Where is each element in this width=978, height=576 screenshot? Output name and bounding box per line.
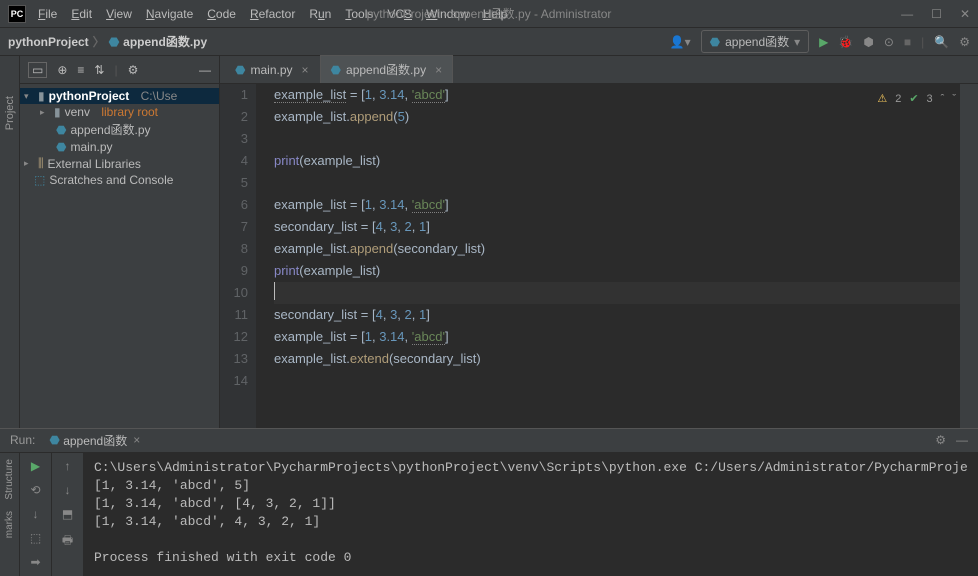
user-icon[interactable]: 👤▾ xyxy=(670,35,691,49)
python-file-icon: ⬣ xyxy=(331,63,341,77)
project-tree: ▾ ▮ pythonProject C:\Use ▸ ▮ venv librar… xyxy=(20,84,219,192)
tree-external-libraries[interactable]: ▸ ⫼ External Libraries xyxy=(20,155,219,172)
python-file-icon: ⬣ xyxy=(56,123,66,137)
coverage-button[interactable]: ⬢ xyxy=(863,35,873,49)
code-area[interactable]: ⚠2 ✔3 ˆˇ 1234567891011121314 example_lis… xyxy=(220,84,978,428)
settings-button[interactable]: ⚙ xyxy=(959,35,970,49)
minimize-button[interactable]: — xyxy=(901,7,913,21)
stop-button[interactable]: ■ xyxy=(904,35,911,49)
close-tab-icon[interactable]: × xyxy=(302,63,309,77)
python-file-icon: ⬣ xyxy=(56,140,66,154)
tree-file-main[interactable]: ⬣ main.py xyxy=(20,139,219,155)
search-button[interactable]: 🔍 xyxy=(934,35,949,49)
filter-button[interactable]: ➡ xyxy=(30,555,40,569)
maximize-button[interactable]: ☐ xyxy=(931,7,942,21)
menu-refactor[interactable]: Refactor xyxy=(250,7,295,21)
right-gutter xyxy=(960,84,978,428)
console-output[interactable]: C:\Users\Administrator\PycharmProjects\p… xyxy=(84,453,978,576)
run-label: Run: xyxy=(10,433,35,447)
run-config-name: append函数 xyxy=(725,33,789,50)
profile-button[interactable]: ⊙ xyxy=(884,35,894,49)
close-tab-icon[interactable]: × xyxy=(435,63,442,77)
collapse-icon[interactable]: ⇅ xyxy=(94,63,104,77)
line-gutter: 1234567891011121314 xyxy=(220,84,256,428)
project-view-icon[interactable]: ▭ xyxy=(28,62,47,78)
python-icon: ⬣ xyxy=(710,35,720,49)
layout-button[interactable]: ⬚ xyxy=(30,531,41,545)
python-file-icon: ⬣ xyxy=(109,35,119,49)
expand-toggle[interactable]: ▸ xyxy=(24,158,34,169)
expand-toggle[interactable]: ▾ xyxy=(24,91,34,102)
menu-file[interactable]: File xyxy=(38,7,57,21)
hide-button[interactable]: — xyxy=(199,63,211,77)
stop-button[interactable]: ⟲ xyxy=(30,483,40,497)
left-tool-stripe-lower: Structure marks xyxy=(0,453,20,576)
wrap-button[interactable]: ⬒ xyxy=(62,507,73,521)
expand-icon[interactable]: ≡ xyxy=(77,63,84,77)
editor: ⬣ main.py × ⬣ append函数.py × ⚠2 ✔3 ˆˇ 123… xyxy=(220,56,978,428)
library-icon: ⫼ xyxy=(38,156,44,171)
breadcrumb-separator: 〉 xyxy=(93,33,105,50)
left-tool-stripe: Project xyxy=(0,56,20,428)
run-header: Run: ⬣ append函数 × ⚙ — xyxy=(0,429,978,453)
run-tool-window: Run: ⬣ append函数 × ⚙ — Structure marks ▶ … xyxy=(0,428,978,576)
gear-icon[interactable]: ⚙ xyxy=(128,63,139,77)
folder-icon: ▮ xyxy=(38,89,45,103)
run-tab-name[interactable]: append函数 xyxy=(63,432,127,449)
close-tab-icon[interactable]: × xyxy=(133,433,140,447)
menu-edit[interactable]: Edit xyxy=(71,7,92,21)
project-tool-button[interactable]: Project xyxy=(4,96,16,130)
hide-button[interactable]: — xyxy=(956,433,968,447)
breadcrumb-file[interactable]: append函数.py xyxy=(123,33,207,50)
menu-view[interactable]: View xyxy=(106,7,132,21)
breadcrumb: pythonProject 〉 ⬣ append函数.py xyxy=(8,33,207,50)
print-button[interactable]: 🖶 xyxy=(62,531,73,552)
menu-navigate[interactable]: Navigate xyxy=(146,7,193,21)
down-button[interactable]: ↓ xyxy=(65,483,71,497)
bookmarks-tool-button[interactable]: marks xyxy=(4,511,15,538)
code-content[interactable]: example_list = [1, 3.14, 'abcd'] example… xyxy=(256,84,960,428)
target-icon[interactable]: ⊕ xyxy=(57,63,67,77)
run-config-selector[interactable]: ⬣ append函数 ▾ xyxy=(701,30,810,53)
run-button[interactable]: ▶ xyxy=(819,35,828,49)
up-button[interactable]: ↑ xyxy=(65,459,71,473)
app-logo: PC xyxy=(8,5,26,23)
rerun-button[interactable]: ▶ xyxy=(31,459,40,473)
tab-append[interactable]: ⬣ append函数.py × xyxy=(320,55,454,83)
menu-code[interactable]: Code xyxy=(207,7,236,21)
gear-icon[interactable]: ⚙ xyxy=(935,433,946,447)
tree-project-root[interactable]: ▾ ▮ pythonProject C:\Use xyxy=(20,88,219,104)
folder-icon: ▮ xyxy=(54,105,61,119)
close-button[interactable]: ✕ xyxy=(960,7,970,21)
run-toolbar-2: ↑ ↓ ⬒ 🖶 xyxy=(52,453,84,576)
project-panel: ▭ ⊕ ≡ ⇅ | ⚙ — ▾ ▮ pythonProject C:\Use ▸… xyxy=(20,56,220,428)
project-toolbar: ▭ ⊕ ≡ ⇅ | ⚙ — xyxy=(20,56,219,84)
tree-scratches[interactable]: ⬚ Scratches and Console xyxy=(20,172,219,188)
down-button[interactable]: ↓ xyxy=(33,507,39,521)
expand-toggle[interactable]: ▸ xyxy=(40,107,50,118)
python-icon: ⬣ xyxy=(49,433,59,447)
breadcrumb-project[interactable]: pythonProject xyxy=(8,35,89,49)
title-bar: PC File Edit View Navigate Code Refactor… xyxy=(0,0,978,28)
menu-run[interactable]: Run xyxy=(309,7,331,21)
window-title: pythonProject - append函数.py - Administra… xyxy=(367,5,612,22)
tree-file-append[interactable]: ⬣ append函数.py xyxy=(20,120,219,139)
chevron-down-icon: ▾ xyxy=(794,35,800,49)
navigation-bar: pythonProject 〉 ⬣ append函数.py 👤▾ ⬣ appen… xyxy=(0,28,978,56)
tab-main[interactable]: ⬣ main.py × xyxy=(224,57,320,83)
debug-button[interactable]: 🐞 xyxy=(838,35,853,49)
structure-tool-button[interactable]: Structure xyxy=(4,459,15,500)
editor-tabs: ⬣ main.py × ⬣ append函数.py × xyxy=(220,56,978,84)
scratch-icon: ⬚ xyxy=(34,173,45,187)
tree-venv[interactable]: ▸ ▮ venv library root xyxy=(20,104,219,120)
run-toolbar: ▶ ⟲ ↓ ⬚ ➡ xyxy=(20,453,52,576)
python-file-icon: ⬣ xyxy=(235,63,245,77)
